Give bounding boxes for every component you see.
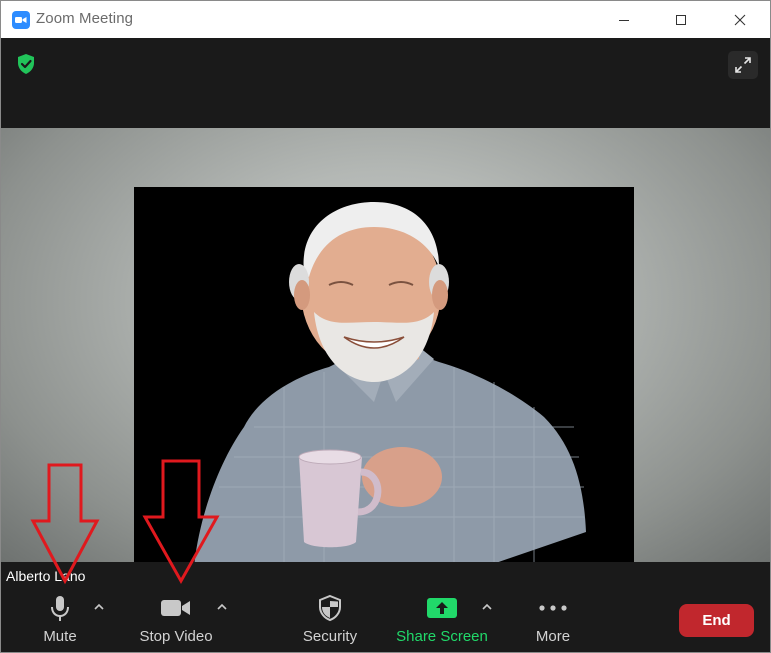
- window-title: Zoom Meeting: [36, 10, 134, 27]
- share-screen-icon: [427, 588, 457, 628]
- security-label: Security: [302, 628, 358, 645]
- meeting-toolbar: Mute Stop Video Security Share Screen Mo…: [1, 588, 770, 652]
- share-options-chevron-icon[interactable]: [480, 600, 494, 614]
- zoom-logo-icon: [12, 11, 30, 29]
- annotation-arrow-mute-icon: [30, 463, 100, 585]
- zoom-meeting-window: Zoom Meeting Alberto Lano Mute Stop Vide…: [0, 0, 771, 653]
- video-area: [1, 128, 770, 562]
- title-bar: Zoom Meeting: [1, 1, 770, 38]
- minimize-button[interactable]: [601, 1, 647, 38]
- more-button[interactable]: More: [528, 588, 578, 652]
- annotation-arrow-video-icon: [142, 459, 220, 585]
- shield-icon: [318, 588, 342, 628]
- mute-button[interactable]: Mute: [37, 588, 83, 652]
- mute-label: Mute: [43, 628, 77, 645]
- stop-video-button[interactable]: Stop Video: [133, 588, 219, 652]
- share-screen-button[interactable]: Share Screen: [394, 588, 490, 652]
- more-dots-icon: [539, 588, 567, 628]
- audio-options-chevron-icon[interactable]: [92, 600, 106, 614]
- maximize-icon: [676, 14, 686, 25]
- fullscreen-button[interactable]: [728, 51, 758, 79]
- fullscreen-icon: [735, 57, 751, 73]
- stop-video-label: Stop Video: [139, 628, 213, 645]
- shield-check-icon[interactable]: [14, 52, 38, 76]
- close-button[interactable]: [717, 1, 763, 38]
- video-camera-icon: [160, 588, 192, 628]
- microphone-icon: [49, 588, 71, 628]
- minimize-icon: [619, 19, 629, 21]
- share-screen-label: Share Screen: [396, 628, 488, 645]
- more-label: More: [535, 628, 571, 645]
- maximize-button[interactable]: [658, 1, 704, 38]
- end-meeting-button[interactable]: End: [679, 604, 754, 637]
- security-button[interactable]: Security: [298, 588, 362, 652]
- meeting-top-bar: [1, 38, 770, 128]
- close-icon: [734, 14, 746, 25]
- video-options-chevron-icon[interactable]: [215, 600, 229, 614]
